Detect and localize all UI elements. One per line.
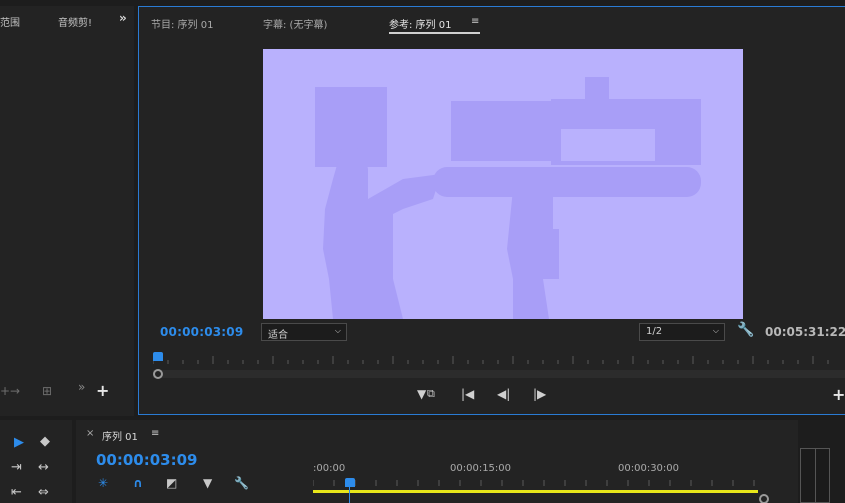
tools-panel: ▶ ◆ ⇥ ↔ ⇤ ⇔ (0, 420, 72, 503)
ripple-edit-tool-icon[interactable]: ⇥ (11, 460, 22, 475)
playhead-timecode[interactable]: 00:00:03:09 (160, 325, 243, 339)
program-monitor: 节目: 序列 01 字幕: (无字幕) 参考: 序列 01 ≡ 00:00:03… (138, 6, 845, 415)
step-forward-icon[interactable]: |▶ (533, 387, 546, 401)
work-area-bar[interactable] (313, 490, 758, 493)
tab-captions[interactable]: 字幕: (无字幕) (263, 16, 327, 31)
tab-sequence-01[interactable]: 序列 01 (102, 428, 138, 443)
snap-magnet-icon[interactable]: ∩ (133, 476, 143, 490)
add-marker-icon[interactable]: ▼ (417, 387, 426, 401)
tab-range[interactable]: 范围 (0, 14, 20, 29)
timeline-playhead-handle[interactable] (345, 478, 355, 487)
overwrite-icon[interactable]: ⊞ (42, 384, 52, 398)
slip-tool-icon[interactable]: ⇔ (38, 485, 49, 500)
zoom-level-value: 适合 (268, 330, 288, 341)
track-select-tool-icon[interactable]: ◆ (40, 434, 50, 449)
tab-reference-sequence[interactable]: 参考: 序列 01 (389, 16, 451, 31)
add-button[interactable]: + (96, 381, 109, 400)
timeline-settings-wrench-icon[interactable]: 🔧 (234, 476, 249, 490)
video-preview (263, 49, 743, 319)
link-icon[interactable]: ⧉ (427, 387, 435, 401)
transport-controls: ▼ ⧉ |◀ ◀| |▶ (139, 387, 845, 407)
timeline-timecode[interactable]: 00:00:03:09 (96, 451, 198, 469)
project-panel-footer: +→ ⊞ » + (0, 380, 134, 404)
timeline-panel: × 序列 01 ≡ 00:00:03:09 ✳ ∩ ◩ ▼ 🔧 :00:00 0… (76, 420, 798, 503)
tab-menu-icon[interactable]: ≡ (471, 16, 479, 27)
playhead-handle[interactable] (153, 352, 163, 361)
tab-audio-clip-mixer[interactable]: 音频剪! (58, 14, 92, 29)
rate-stretch-tool-icon[interactable]: ↔ (38, 460, 49, 475)
premiere-workspace: 范围 音频剪! » +→ ⊞ » + 节目: 序列 01 字幕: (无字幕) 参… (0, 0, 845, 503)
footer-overflow-icon[interactable]: » (78, 380, 85, 394)
video-frame-image (315, 77, 701, 319)
ruler-label: :00:00 (313, 463, 346, 474)
button-editor-add-button[interactable]: + (832, 385, 845, 404)
ruler-ticks (153, 356, 829, 364)
panel-overflow-icon[interactable]: » (119, 11, 127, 25)
zoom-scrollbar-handle[interactable] (153, 369, 163, 379)
duration-timecode: 00:05:31:22 (765, 325, 845, 339)
project-panel: 范围 音频剪! » +→ ⊞ » + (0, 6, 134, 416)
timeline-playhead-line (349, 486, 350, 503)
selection-tool-icon[interactable]: ▶ (14, 435, 24, 450)
monitor-tabs: 节目: 序列 01 字幕: (无字幕) 参考: 序列 01 ≡ (139, 7, 845, 35)
chevron-down-icon: ⌵ (712, 326, 719, 335)
timeline-ruler-ticks[interactable] (313, 478, 773, 486)
ruler-label: 00:00:30:00 (618, 463, 680, 474)
add-marker-icon[interactable]: ▼ (203, 476, 212, 490)
linked-selection-icon[interactable]: ◩ (166, 476, 177, 490)
timeline-zoom-handle[interactable] (759, 494, 769, 503)
razor-tool-icon[interactable]: ⇤ (11, 485, 22, 500)
monitor-controls: 00:00:03:09 适合 ⌵ 1/2 ⌵ 🔧 00:05:31:22 (139, 322, 845, 344)
settings-wrench-icon[interactable]: 🔧 (737, 322, 754, 338)
nest-toggle-icon[interactable]: ✳ (98, 476, 108, 490)
zoom-level-select[interactable]: 适合 ⌵ (261, 323, 347, 341)
tab-program-sequence[interactable]: 节目: 序列 01 (151, 16, 213, 31)
close-icon[interactable]: × (86, 428, 94, 439)
monitor-time-ruler[interactable] (153, 352, 845, 379)
audio-meter (800, 448, 830, 503)
chevron-down-icon: ⌵ (334, 326, 341, 335)
playback-resolution-select[interactable]: 1/2 ⌵ (639, 323, 725, 341)
zoom-scrollbar[interactable] (153, 370, 845, 378)
project-panel-tabs: 范围 音频剪! » (0, 6, 134, 34)
audio-meter-divider (815, 449, 816, 502)
active-tab-indicator (389, 32, 480, 34)
ruler-label: 00:00:15:00 (450, 463, 512, 474)
insert-icon[interactable]: +→ (0, 384, 20, 398)
step-back-icon[interactable]: ◀| (497, 387, 510, 401)
playback-resolution-value: 1/2 (646, 326, 663, 337)
tab-menu-icon[interactable]: ≡ (151, 428, 159, 439)
go-to-in-icon[interactable]: |◀ (461, 387, 474, 401)
